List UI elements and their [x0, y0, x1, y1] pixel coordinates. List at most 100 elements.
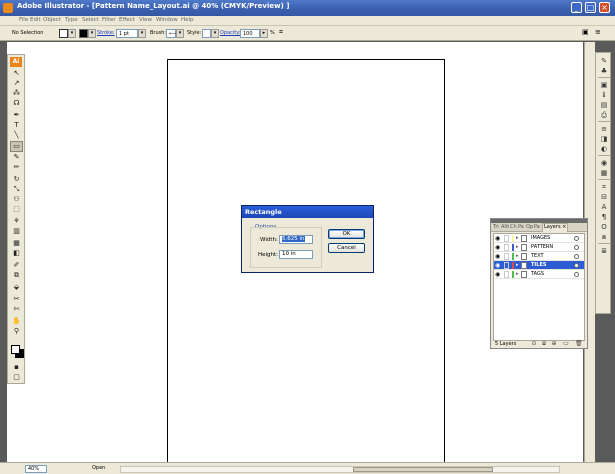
layers-panel-icon[interactable]: ≣	[599, 247, 609, 255]
rotate-tool-icon[interactable]: ↻	[11, 175, 22, 184]
stroke-weight-dropdown[interactable]: ▾	[138, 29, 146, 38]
info-panel-icon[interactable]: ℹ	[599, 91, 609, 99]
gradient-tool-icon[interactable]: ◧	[11, 249, 22, 258]
print-panel-icon[interactable]: ⎙	[599, 111, 609, 119]
lock-toggle[interactable]	[504, 244, 509, 251]
camera-icon[interactable]: ▣	[582, 28, 589, 36]
brushes-panel-icon[interactable]: ✎	[599, 57, 609, 65]
new-sublayer-icon[interactable]: ⊕	[551, 341, 557, 347]
character-panel-icon[interactable]: A	[599, 203, 609, 211]
lasso-tool-icon[interactable]: ☊	[11, 99, 22, 108]
lock-toggle[interactable]	[504, 253, 509, 260]
tab-ch[interactable]: Ch	[510, 224, 517, 230]
stroke-swatch[interactable]	[79, 29, 88, 38]
width-field[interactable]: 5.625 in	[279, 235, 313, 244]
expand-icon[interactable]: ▸	[516, 271, 519, 277]
free-transform-tool-icon[interactable]: ⬚	[11, 205, 22, 214]
stroke-color-dropdown[interactable]: ▾	[88, 29, 96, 38]
brush-dropdown[interactable]: ▾	[176, 29, 184, 38]
minimize-button[interactable]: _	[571, 2, 582, 13]
navigator-panel-icon[interactable]: ▣	[599, 81, 609, 89]
height-field[interactable]: 10 in	[279, 250, 313, 259]
color-panel-icon[interactable]: ◉	[599, 159, 609, 167]
status-text[interactable]: Open	[92, 465, 105, 471]
menu-select[interactable]: Select	[82, 17, 99, 23]
expand-icon[interactable]: ▸	[516, 235, 519, 241]
opentype-panel-icon[interactable]: O	[599, 223, 609, 231]
menu-help[interactable]: Help	[181, 17, 194, 23]
layer-row-selected[interactable]: ◉ ▸ TILES	[494, 261, 584, 270]
stroke-weight-input[interactable]: 1 pt	[116, 29, 138, 38]
target-icon[interactable]	[574, 263, 579, 268]
screen-mode-icon[interactable]: ▢	[11, 373, 22, 382]
stroke-panel-icon[interactable]: ≡	[599, 125, 609, 133]
magic-wand-tool-icon[interactable]: ⁂	[11, 89, 22, 98]
menu-file[interactable]: File	[19, 17, 28, 23]
document-setup-icon[interactable]: ⌗	[279, 28, 283, 37]
paragraph-panel-icon[interactable]: ¶	[599, 213, 609, 221]
color-mode-icon[interactable]: ▪	[11, 363, 22, 372]
symbols-panel-icon[interactable]: ♣	[599, 67, 609, 75]
menu-type[interactable]: Type	[65, 17, 78, 23]
delete-layer-icon[interactable]: 🗑	[575, 341, 583, 347]
graphic-styles-panel-icon[interactable]: ▤	[599, 101, 609, 109]
tab-op[interactable]: Op	[526, 224, 533, 230]
locate-object-icon[interactable]: ⊙	[531, 341, 537, 347]
eye-icon[interactable]: ◉	[495, 235, 500, 242]
blend-tool-icon[interactable]: ⧉	[11, 271, 22, 280]
target-icon[interactable]	[574, 272, 579, 277]
expand-icon[interactable]: ▸	[516, 262, 519, 268]
menu-effect[interactable]: Effect	[119, 17, 135, 23]
stroke-label[interactable]: Stroke:	[97, 30, 115, 36]
layer-row[interactable]: ◉ ▸ TAGS	[494, 270, 584, 279]
zoom-tool-icon[interactable]: ⚲	[11, 327, 22, 336]
tab-tri[interactable]: Tri	[493, 224, 499, 230]
opacity-input[interactable]: 100	[240, 29, 260, 38]
tab-close-icon[interactable]: ×	[562, 224, 566, 230]
target-icon[interactable]	[574, 245, 579, 250]
brush-selector[interactable]: ⟵	[166, 29, 176, 38]
lock-toggle[interactable]	[504, 262, 509, 269]
opacity-label[interactable]: Opacity:	[220, 30, 241, 36]
tab-layers[interactable]: Layers ×	[542, 223, 569, 232]
target-icon[interactable]	[574, 254, 579, 259]
dialog-title[interactable]: Rectangle	[242, 206, 373, 218]
expand-icon[interactable]: ▸	[516, 244, 519, 250]
align-panel-icon[interactable]: ⊟	[599, 193, 609, 201]
pencil-tool-icon[interactable]: ✏	[11, 163, 22, 172]
warp-tool-icon[interactable]: ⚇	[11, 195, 22, 204]
menu-view[interactable]: View	[139, 17, 152, 23]
eye-icon[interactable]: ◉	[495, 244, 500, 251]
fill-stroke-widget[interactable]	[11, 345, 25, 359]
lock-toggle[interactable]	[504, 271, 509, 278]
maximize-button[interactable]: □	[585, 2, 596, 13]
menu-object[interactable]: Object	[43, 17, 61, 23]
symbol-sprayer-tool-icon[interactable]: ⚘	[11, 217, 22, 226]
ok-button[interactable]: OK	[328, 229, 365, 239]
line-tool-icon[interactable]: ╲	[11, 131, 22, 140]
tab-pa-2[interactable]: Pa	[534, 224, 540, 230]
rectangle-tool-icon[interactable]: ▭	[10, 141, 23, 152]
cancel-button[interactable]: Cancel	[328, 243, 365, 253]
fill-swatch[interactable]	[59, 29, 68, 38]
mesh-tool-icon[interactable]: ▦	[11, 239, 22, 248]
close-button[interactable]: ×	[599, 2, 610, 13]
opacity-dropdown[interactable]: ▸	[260, 29, 268, 38]
fill-dropdown[interactable]: ▾	[68, 29, 76, 38]
target-icon[interactable]	[574, 236, 579, 241]
layer-row[interactable]: ◉ ▸ IMAGES	[494, 234, 584, 243]
tab-alit[interactable]: Alit	[501, 224, 509, 230]
tab-pa[interactable]: Pa	[518, 224, 524, 230]
control-bar-menu-icon[interactable]: ≡	[595, 28, 601, 36]
paintbrush-tool-icon[interactable]: ✎	[11, 153, 22, 162]
hand-tool-icon[interactable]: ✋	[11, 317, 22, 326]
scale-tool-icon[interactable]: ⤡	[11, 185, 22, 194]
scrollbar-thumb[interactable]	[353, 467, 493, 472]
layer-row[interactable]: ◉ ▸ PATTERN	[494, 243, 584, 252]
slice-tool-icon[interactable]: ✂	[11, 295, 22, 304]
menu-filter[interactable]: Filter	[102, 17, 116, 23]
transform-panel-icon[interactable]: ⌗	[599, 183, 609, 191]
layer-row[interactable]: ◉ ▸ TEXT	[494, 252, 584, 261]
style-dropdown[interactable]: ▾	[211, 29, 219, 38]
direct-selection-tool-icon[interactable]: ↗	[11, 79, 22, 88]
